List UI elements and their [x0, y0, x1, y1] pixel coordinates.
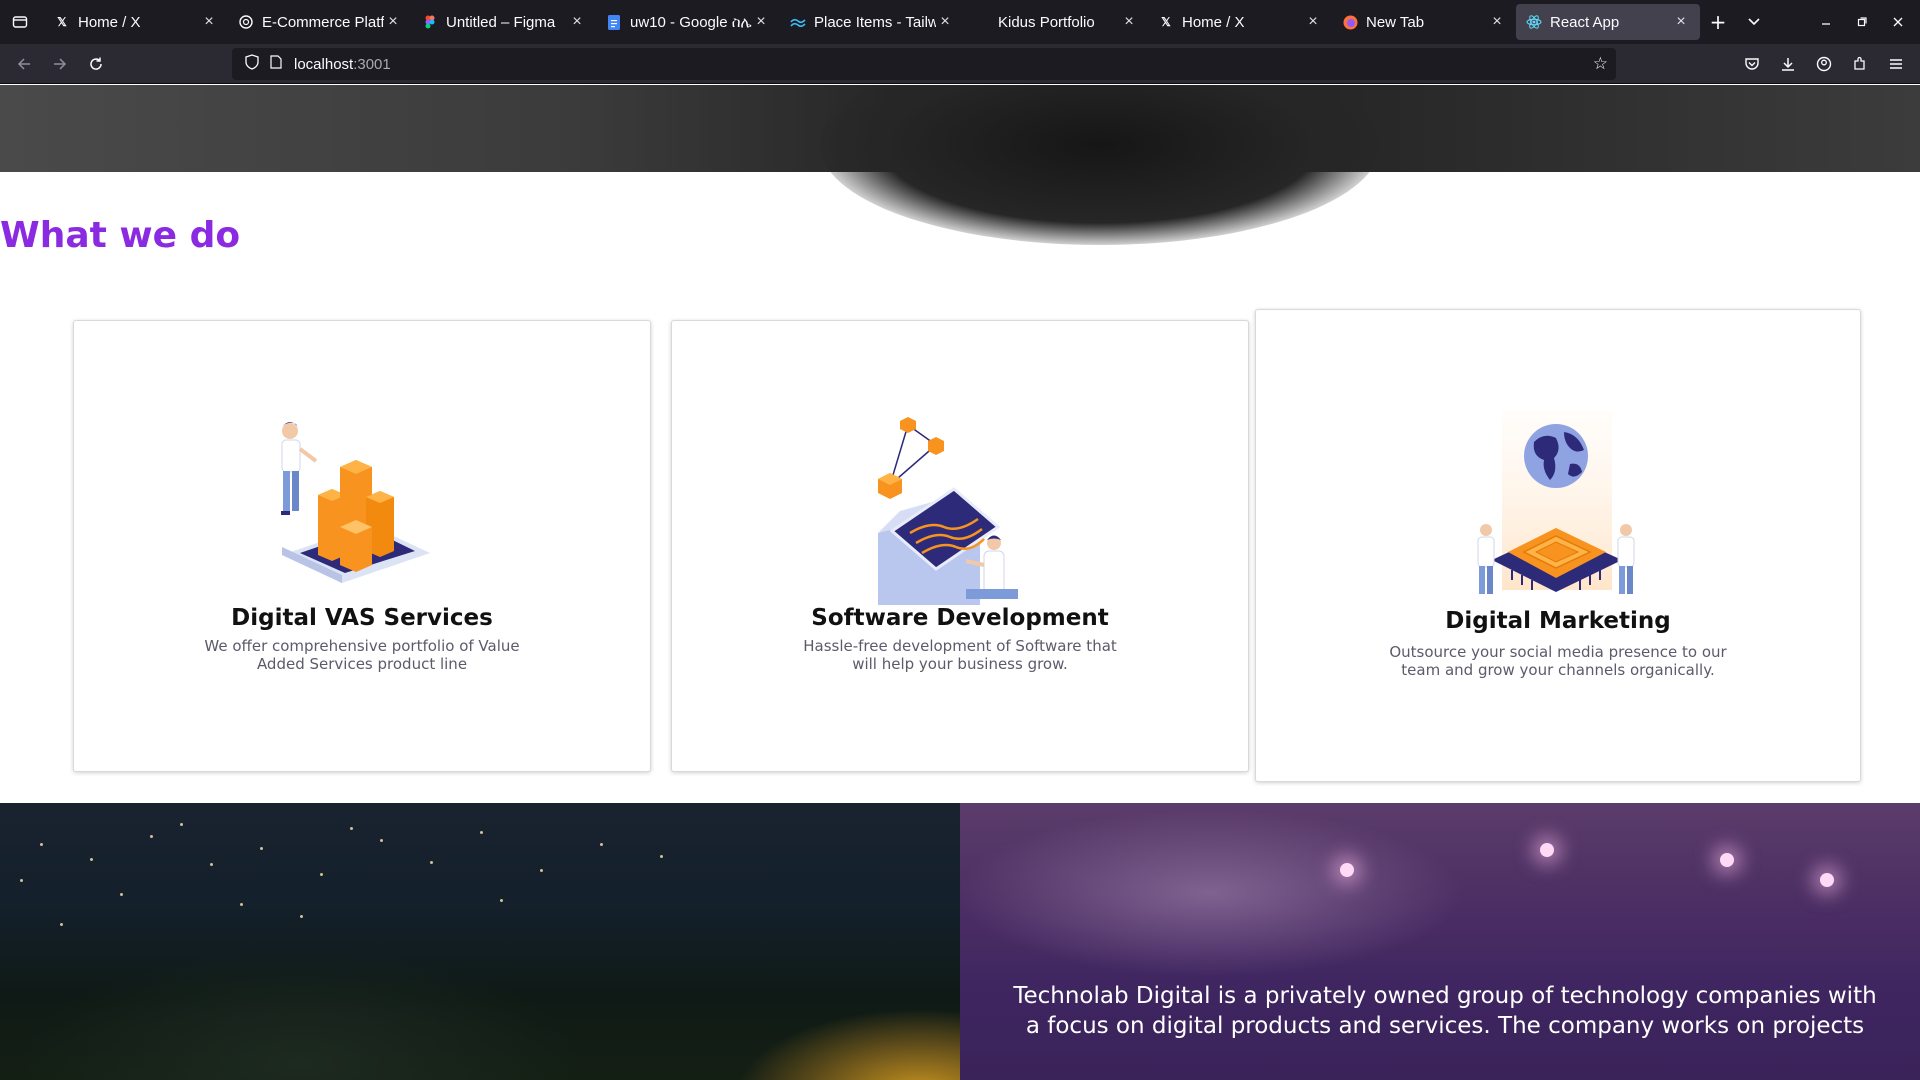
browser-tab[interactable]: Kidus Portfolio ×	[964, 4, 1148, 40]
browser-tab[interactable]: uw10 - Google ስሌ ×	[596, 4, 780, 40]
close-tab-icon[interactable]: ×	[1120, 13, 1138, 31]
close-tab-icon[interactable]: ×	[1488, 13, 1506, 31]
minimize-window-button[interactable]	[1808, 4, 1844, 40]
city-night-photo	[0, 803, 960, 1080]
browser-tab-strip: 𝕏 Home / X × E-Commerce Platfo × Untitled – F…	[0, 0, 1920, 44]
tab-label: Place Items - Tailwi	[814, 13, 936, 31]
tab-label: React App	[1550, 13, 1620, 31]
reload-button[interactable]	[78, 48, 114, 80]
figma-logo-icon	[422, 14, 438, 30]
openai-logo-icon	[238, 14, 254, 30]
back-button[interactable]	[6, 48, 42, 80]
tab-list: 𝕏 Home / X × E-Commerce Platfo × Untitled – F…	[44, 4, 1700, 40]
shield-icon[interactable]	[240, 54, 264, 74]
card-description: Outsource your social media presence to …	[1389, 643, 1727, 679]
page-icon[interactable]	[264, 55, 288, 73]
downloads-icon[interactable]	[1776, 52, 1800, 76]
service-card-software[interactable]: Software Development Hassle-free develop…	[671, 320, 1249, 772]
browser-tab[interactable]: 𝕏 Home / X ×	[44, 4, 228, 40]
browser-navigation-bar: localhost:3001 ☆	[0, 44, 1920, 84]
x-logo-icon: 𝕏	[57, 15, 67, 29]
google-docs-icon	[606, 14, 622, 30]
close-tab-icon[interactable]: ×	[568, 13, 586, 31]
about-paragraph: Technolab Digital is a privately owned g…	[1013, 983, 1877, 1039]
list-all-tabs-button[interactable]	[1736, 4, 1772, 40]
close-tab-icon[interactable]: ×	[1304, 13, 1322, 31]
close-tab-icon[interactable]: ×	[384, 13, 402, 31]
card-title: Software Development	[811, 605, 1109, 631]
card-title: Digital Marketing	[1445, 608, 1671, 634]
tab-label: Untitled – Figma	[446, 13, 556, 31]
menu-icon[interactable]	[1884, 52, 1908, 76]
section-title: What we do	[0, 215, 241, 256]
close-tab-icon[interactable]: ×	[200, 13, 218, 31]
bookmark-star-icon[interactable]: ☆	[1593, 54, 1608, 74]
restore-window-button[interactable]	[1844, 4, 1880, 40]
software-illustration	[870, 415, 1040, 605]
tab-label: Kidus Portfolio	[998, 13, 1095, 31]
url-text[interactable]: localhost:3001	[294, 56, 391, 73]
firefox-logo-icon	[1342, 14, 1358, 30]
x-logo-icon: 𝕏	[1161, 15, 1171, 29]
browser-tab[interactable]: React App ×	[1516, 4, 1700, 40]
close-tab-icon[interactable]: ×	[936, 13, 954, 31]
card-description: Hassle-free development of Software that…	[803, 637, 1117, 673]
browser-tab[interactable]: Untitled – Figma ×	[412, 4, 596, 40]
browser-tab[interactable]: Place Items - Tailwi ×	[780, 4, 964, 40]
close-tab-icon[interactable]: ×	[1672, 13, 1690, 31]
tab-label: Home / X	[1182, 13, 1245, 31]
favicon-placeholder-icon	[974, 14, 990, 30]
tab-label: New Tab	[1366, 13, 1425, 31]
tab-overview-icon[interactable]	[2, 4, 38, 40]
browser-tab[interactable]: 𝕏 Home / X ×	[1148, 4, 1332, 40]
service-card-vas[interactable]: Digital VAS Services We offer comprehens…	[73, 320, 651, 772]
browser-tab[interactable]: E-Commerce Platfo ×	[228, 4, 412, 40]
web-page-viewport: What we do Digital VAS Services We offer…	[0, 85, 1920, 1080]
card-description: We offer comprehensive portfolio of Valu…	[204, 637, 520, 673]
pocket-icon[interactable]	[1740, 52, 1764, 76]
card-title: Digital VAS Services	[231, 605, 493, 631]
tailwind-logo-icon	[790, 14, 806, 30]
about-section: Technolab Digital is a privately owned g…	[0, 803, 1920, 1080]
buildings-illustration	[270, 415, 440, 585]
account-icon[interactable]	[1812, 52, 1836, 76]
hero-image	[0, 85, 1920, 245]
extensions-icon[interactable]	[1848, 52, 1872, 76]
tab-label: E-Commerce Platfo	[262, 13, 384, 31]
globe-chip-illustration	[1472, 410, 1642, 600]
address-bar[interactable]: localhost:3001 ☆	[232, 48, 1616, 80]
browser-tab[interactable]: New Tab ×	[1332, 4, 1516, 40]
forward-button[interactable]	[42, 48, 78, 80]
tab-label: uw10 - Google ስሌ	[630, 13, 752, 31]
close-window-button[interactable]	[1880, 4, 1916, 40]
react-logo-icon	[1526, 14, 1542, 30]
service-card-marketing[interactable]: Digital Marketing Outsource your social …	[1255, 309, 1861, 782]
close-tab-icon[interactable]: ×	[752, 13, 770, 31]
tab-label: Home / X	[78, 13, 141, 31]
new-tab-button[interactable]: +	[1700, 4, 1736, 40]
